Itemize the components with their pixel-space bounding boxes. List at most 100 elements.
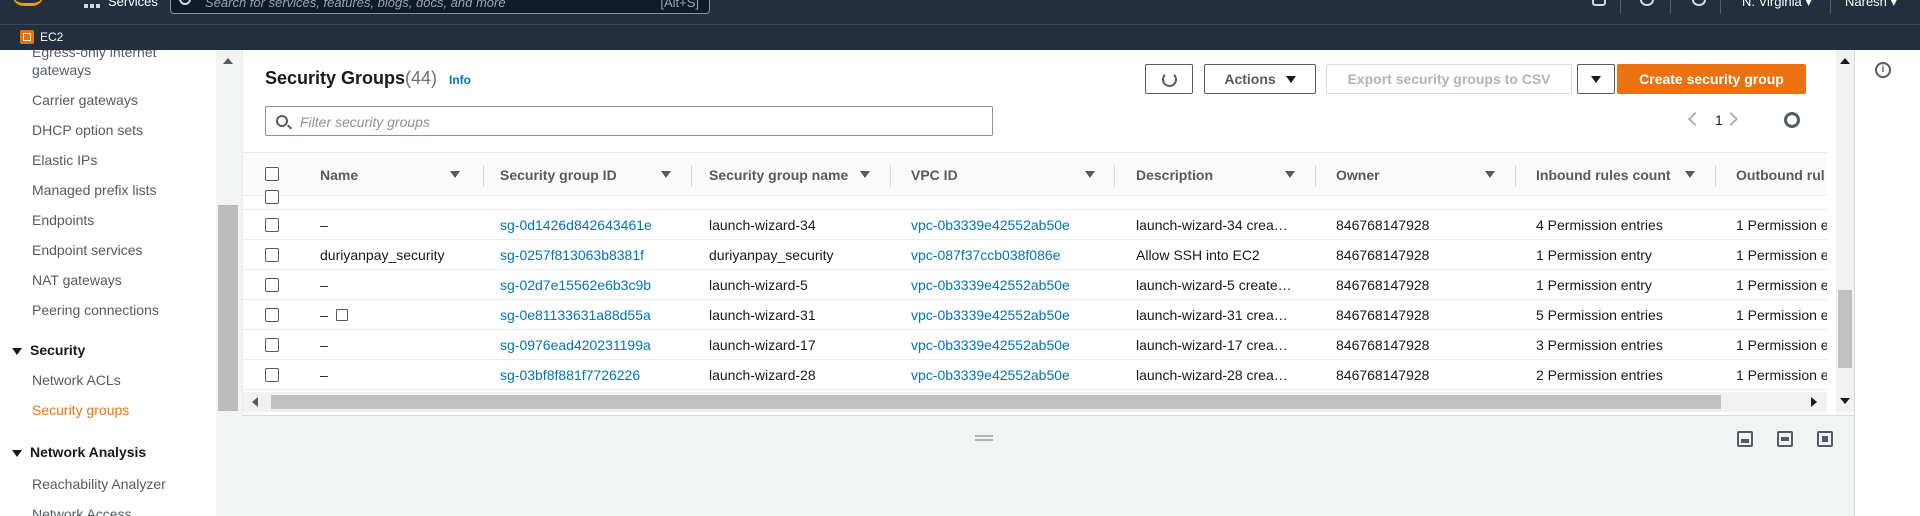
column-divider[interactable] bbox=[1715, 165, 1716, 187]
column-header-inbound-rules-count[interactable]: Inbound rules count bbox=[1536, 167, 1671, 183]
cell-vpc-id[interactable]: vpc-0b3339e42552ab50e bbox=[911, 337, 1070, 353]
column-divider[interactable] bbox=[691, 165, 692, 187]
sidebar-item-egress-only[interactable]: Egress-only internet bbox=[32, 50, 157, 60]
column-header-vpc-id[interactable]: VPC ID bbox=[911, 167, 958, 183]
table-row[interactable]: – sg-02d7e15562e6b3c9b launch-wizard-5 v… bbox=[243, 270, 1827, 300]
aws-logo-icon[interactable] bbox=[12, 0, 44, 6]
scroll-left-icon[interactable] bbox=[252, 397, 258, 407]
preferences-gear-icon[interactable] bbox=[1784, 112, 1800, 128]
sidebar-item-network-acls[interactable]: Network ACLs bbox=[32, 372, 121, 388]
column-header-name[interactable]: Name bbox=[320, 167, 358, 183]
sidebar-item-dhcp-option-sets[interactable]: DHCP option sets bbox=[32, 122, 143, 138]
column-divider[interactable] bbox=[1114, 165, 1115, 187]
export-dropdown-button[interactable] bbox=[1577, 64, 1615, 94]
settings-icon[interactable] bbox=[1640, 0, 1654, 6]
scroll-right-icon[interactable] bbox=[1811, 397, 1817, 407]
column-divider[interactable] bbox=[1515, 165, 1516, 187]
sidebar-section-security[interactable]: Security bbox=[12, 342, 85, 358]
split-panel-resize-handle[interactable] bbox=[975, 435, 993, 441]
account-menu[interactable]: Naresh ▾ bbox=[1845, 0, 1897, 10]
sidebar-item-network-access[interactable]: Network Access bbox=[32, 506, 132, 516]
split-panel-hide-icon[interactable] bbox=[1817, 431, 1833, 447]
sidebar-item-reachability-analyzer[interactable]: Reachability Analyzer bbox=[32, 476, 166, 492]
sidebar-section-network-analysis[interactable]: Network Analysis bbox=[12, 444, 146, 460]
table-horizontal-scrollbar[interactable] bbox=[243, 392, 1827, 412]
cell-security-group-id[interactable]: sg-0257f813063b8381f bbox=[500, 247, 644, 263]
sidebar-item-managed-prefix-lists[interactable]: Managed prefix lists bbox=[32, 182, 157, 198]
split-panel-bottom-icon[interactable] bbox=[1737, 431, 1753, 447]
info-icon[interactable]: i bbox=[1875, 62, 1891, 78]
table-row[interactable]: – sg-0976ead420231199a launch-wizard-17 … bbox=[243, 330, 1827, 360]
actions-button[interactable]: Actions bbox=[1204, 64, 1316, 94]
sidebar-scrollbar[interactable] bbox=[216, 50, 241, 516]
scroll-thumb[interactable] bbox=[218, 205, 238, 411]
cell-vpc-id[interactable]: vpc-0b3339e42552ab50e bbox=[911, 277, 1070, 293]
row-checkbox[interactable] bbox=[265, 218, 279, 232]
help-icon[interactable] bbox=[1692, 0, 1706, 6]
sort-icon[interactable] bbox=[860, 171, 870, 178]
scroll-thumb[interactable] bbox=[271, 395, 1721, 409]
sidebar-item-endpoint-services[interactable]: Endpoint services bbox=[32, 242, 143, 258]
cell-security-group-id[interactable]: sg-03bf8f881f7726226 bbox=[500, 367, 640, 383]
filter-input[interactable]: Filter security groups bbox=[265, 106, 993, 136]
scroll-up-icon[interactable] bbox=[1840, 58, 1850, 64]
edit-icon[interactable] bbox=[335, 309, 348, 321]
global-search-input[interactable]: Search for services, features, blogs, do… bbox=[170, 0, 710, 14]
content-vertical-scrollbar[interactable] bbox=[1836, 50, 1854, 412]
select-all-checkbox[interactable] bbox=[265, 167, 279, 181]
column-header-outbound-rules[interactable]: Outbound rul bbox=[1736, 167, 1825, 183]
cell-security-group-id[interactable]: sg-0e81133631a88d55a bbox=[500, 307, 651, 323]
column-divider[interactable] bbox=[1315, 165, 1316, 187]
ec2-service-link[interactable]: EC2 bbox=[40, 30, 63, 44]
cell-security-group-id[interactable]: sg-02d7e15562e6b3c9b bbox=[500, 277, 651, 293]
sort-icon[interactable] bbox=[450, 171, 460, 178]
cell-security-group-id[interactable]: sg-0d1426d842643461e bbox=[500, 217, 652, 233]
info-link[interactable]: Info bbox=[449, 73, 471, 87]
table-row[interactable]: – sg-03bf8f881f7726226 launch-wizard-28 … bbox=[243, 360, 1827, 390]
previous-page-icon[interactable] bbox=[1687, 111, 1703, 127]
row-checkbox[interactable] bbox=[265, 338, 279, 352]
sort-icon[interactable] bbox=[1685, 171, 1695, 178]
sidebar-item-endpoints[interactable]: Endpoints bbox=[32, 212, 94, 228]
region-selector[interactable]: N. Virginia ▾ bbox=[1742, 0, 1812, 10]
column-header-owner[interactable]: Owner bbox=[1336, 167, 1380, 183]
sidebar-item-elastic-ips[interactable]: Elastic IPs bbox=[32, 152, 97, 168]
ec2-service-icon[interactable] bbox=[20, 30, 34, 44]
services-grid-icon[interactable] bbox=[84, 0, 100, 10]
sidebar-item-security-groups[interactable]: Security groups bbox=[32, 402, 129, 418]
sort-icon[interactable] bbox=[1085, 171, 1095, 178]
table-row[interactable]: duriyanpay_security sg-0257f813063b8381f… bbox=[243, 240, 1827, 270]
table-row[interactable]: – sg-0e81133631a88d55a launch-wizard-31 … bbox=[243, 300, 1827, 330]
services-menu[interactable]: Services bbox=[108, 0, 158, 9]
column-header-description[interactable]: Description bbox=[1136, 167, 1213, 183]
row-checkbox[interactable] bbox=[265, 368, 279, 382]
cell-vpc-id[interactable]: vpc-0b3339e42552ab50e bbox=[911, 217, 1070, 233]
create-security-group-button[interactable]: Create security group bbox=[1617, 64, 1806, 94]
sort-icon[interactable] bbox=[661, 171, 671, 178]
table-row[interactable]: – sg-0d1426d842643461e launch-wizard-34 … bbox=[243, 210, 1827, 240]
column-header-security-group-id[interactable]: Security group ID bbox=[500, 167, 617, 183]
sort-icon[interactable] bbox=[1285, 171, 1295, 178]
cell-vpc-id[interactable]: vpc-0b3339e42552ab50e bbox=[911, 307, 1070, 323]
row-checkbox[interactable] bbox=[265, 190, 279, 204]
column-header-security-group-name[interactable]: Security group name bbox=[709, 167, 848, 183]
row-checkbox[interactable] bbox=[265, 248, 279, 262]
refresh-button[interactable] bbox=[1145, 64, 1193, 94]
cloudshell-icon[interactable] bbox=[1592, 0, 1606, 6]
split-panel-side-icon[interactable] bbox=[1777, 431, 1793, 447]
column-divider[interactable] bbox=[483, 165, 484, 187]
sidebar-item-nat-gateways[interactable]: NAT gateways bbox=[32, 272, 122, 288]
row-checkbox[interactable] bbox=[265, 278, 279, 292]
row-checkbox[interactable] bbox=[265, 308, 279, 322]
next-page-icon[interactable] bbox=[1723, 111, 1739, 127]
sidebar-item-carrier-gateways[interactable]: Carrier gateways bbox=[32, 92, 138, 108]
current-page[interactable]: 1 bbox=[1715, 112, 1723, 128]
cell-security-group-id[interactable]: sg-0976ead420231199a bbox=[500, 337, 651, 353]
cell-vpc-id[interactable]: vpc-087f37ccb038f086e bbox=[911, 247, 1060, 263]
sidebar-item-egress-only-cont[interactable]: gateways bbox=[32, 62, 91, 78]
column-divider[interactable] bbox=[890, 165, 891, 187]
scroll-thumb[interactable] bbox=[1838, 290, 1852, 368]
sidebar-item-peering-connections[interactable]: Peering connections bbox=[32, 302, 159, 318]
scroll-down-icon[interactable] bbox=[1840, 398, 1850, 404]
scroll-up-icon[interactable] bbox=[223, 58, 233, 64]
